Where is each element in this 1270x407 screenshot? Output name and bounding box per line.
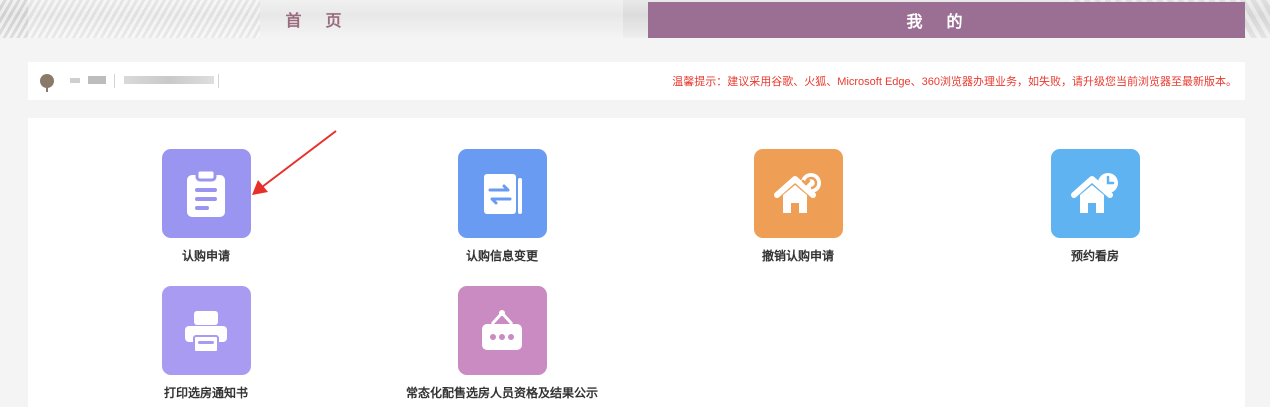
tab-mine[interactable]: 我的 — [648, 2, 1245, 38]
redacted-user-id — [124, 76, 214, 84]
menu-item-cancel-subscribe[interactable]: 撤销认购申请 — [668, 149, 928, 264]
menu-label: 常态化配售选房人员资格及结果公示 — [405, 386, 598, 400]
menu-item-subscribe-change[interactable]: 认购信息变更 — [372, 149, 632, 264]
redacted-user-name — [88, 76, 106, 84]
menu-item-book-viewing[interactable]: 预约看房 — [965, 149, 1225, 264]
user-avatar-icon — [40, 74, 54, 92]
menu-label: 打印选房通知书 — [163, 386, 248, 400]
top-banner: 首页 我的 — [0, 0, 1270, 38]
tile-publicity[interactable] — [457, 286, 547, 375]
divider — [114, 74, 115, 88]
document-exchange-icon — [484, 173, 522, 214]
house-clock-icon — [1071, 172, 1118, 213]
divider — [218, 74, 219, 88]
menu-item-print-notice[interactable]: 打印选房通知书 — [76, 286, 336, 401]
tile-cancel-subscribe[interactable] — [753, 149, 843, 238]
tile-subscribe-apply[interactable] — [161, 149, 251, 238]
user-info-bar: 温馨提示：建议采用谷歌、火狐、Microsoft Edge、360浏览器办理业务… — [28, 62, 1245, 100]
tab-home[interactable]: 首页 — [28, 0, 623, 38]
browser-notice: 温馨提示：建议采用谷歌、火狐、Microsoft Edge、360浏览器办理业务… — [672, 76, 1237, 88]
house-undo-icon — [774, 172, 821, 213]
menu-label: 预约看房 — [1070, 249, 1119, 263]
main-menu-panel: 认购申请 认购信息变更 撤销认购申请 预约看房 打印选房通知书 常态化配售选房人… — [28, 118, 1245, 407]
redacted-user-info — [70, 78, 80, 83]
notice-board-icon — [482, 309, 522, 350]
clipboard-icon — [187, 168, 225, 217]
menu-item-publicity[interactable]: 常态化配售选房人员资格及结果公示 — [372, 286, 632, 401]
menu-label: 认购信息变更 — [465, 249, 538, 263]
menu-label: 撤销认购申请 — [761, 249, 834, 263]
tile-book-viewing[interactable] — [1050, 149, 1140, 238]
menu-item-subscribe-apply[interactable]: 认购申请 — [76, 149, 336, 264]
tile-subscribe-change[interactable] — [457, 149, 547, 238]
menu-label: 认购申请 — [181, 249, 230, 263]
printer-icon — [185, 310, 227, 353]
tile-print-notice[interactable] — [161, 286, 251, 375]
